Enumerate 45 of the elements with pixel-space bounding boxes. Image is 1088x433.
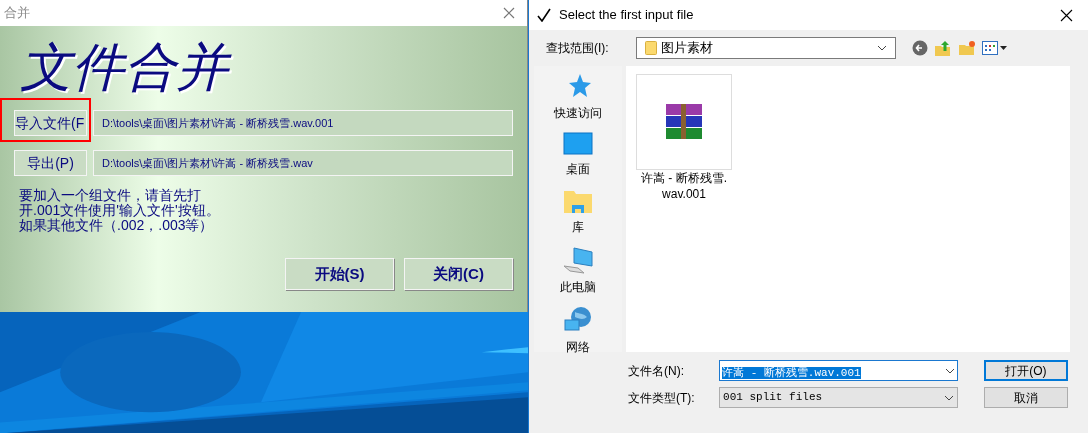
place-item[interactable]: 快速访问 xyxy=(538,72,618,122)
output-path-field[interactable]: D:\tools\桌面\图片素材\许嵩 - 断桥残雪.wav xyxy=(93,150,513,176)
chevron-down-icon xyxy=(877,45,887,51)
folder-icon xyxy=(645,41,657,55)
network-icon xyxy=(563,306,593,334)
grid-view-icon xyxy=(982,41,998,55)
computer-icon xyxy=(562,246,594,274)
back-icon[interactable] xyxy=(912,40,928,56)
open-button[interactable]: 打开(O) xyxy=(983,360,1068,381)
file-name-field[interactable]: 许嵩 - 断桥残雪.wav.001 xyxy=(719,360,958,381)
input-path-field[interactable]: D:\tools\桌面\图片素材\许嵩 - 断桥残雪.wav.001 xyxy=(93,110,513,136)
file-type-dropdown[interactable]: 001 split files xyxy=(719,387,958,408)
help-text: 开.001文件使用'输入文件'按钮。 xyxy=(19,203,221,218)
chevron-down-icon xyxy=(944,367,955,374)
look-in-label: 查找范围(I): xyxy=(546,40,610,57)
dialog-title: Select the first input file xyxy=(559,6,694,25)
file-name-label: 文件名(N): xyxy=(628,362,685,380)
new-folder-icon[interactable] xyxy=(958,40,976,56)
close-icon xyxy=(503,7,515,19)
chevron-down-icon xyxy=(943,394,954,401)
import-file-button[interactable]: 导入文件(F xyxy=(14,110,87,136)
up-folder-icon[interactable] xyxy=(934,39,952,57)
look-in-value: 图片素材 xyxy=(661,39,714,58)
selected-text: 许嵩 - 断桥残雪.wav.001 xyxy=(722,366,861,379)
file-name: wav.001 xyxy=(662,186,706,202)
help-text: 如果其他文件（.002，.003等） xyxy=(19,218,215,233)
folder-icon xyxy=(563,188,593,214)
cancel-button[interactable]: 取消 xyxy=(983,387,1068,408)
desktop-icon xyxy=(563,132,593,156)
place-item[interactable]: 桌面 xyxy=(538,132,618,178)
export-button[interactable]: 导出(P) xyxy=(14,150,87,176)
place-item[interactable]: 此电脑 xyxy=(538,246,618,296)
view-menu-button[interactable] xyxy=(982,41,1007,55)
window-title: 合并 xyxy=(4,4,30,23)
caret-icon xyxy=(1000,46,1007,50)
file-type-label: 文件类型(T): xyxy=(628,389,696,407)
dialog-button[interactable]: 开始(S) xyxy=(285,258,394,290)
check-icon xyxy=(537,8,551,22)
close-icon xyxy=(1059,8,1073,22)
dialog-button[interactable]: 关闭(C) xyxy=(404,258,513,290)
help-text: 要加入一个组文件，请首先打 xyxy=(19,188,202,203)
place-item[interactable]: 库 xyxy=(538,188,618,236)
file-name: 许嵩 - 断桥残雪. xyxy=(641,170,727,186)
place-item[interactable]: 网络 xyxy=(538,306,618,356)
look-in-dropdown[interactable]: 图片素材 xyxy=(636,37,896,59)
